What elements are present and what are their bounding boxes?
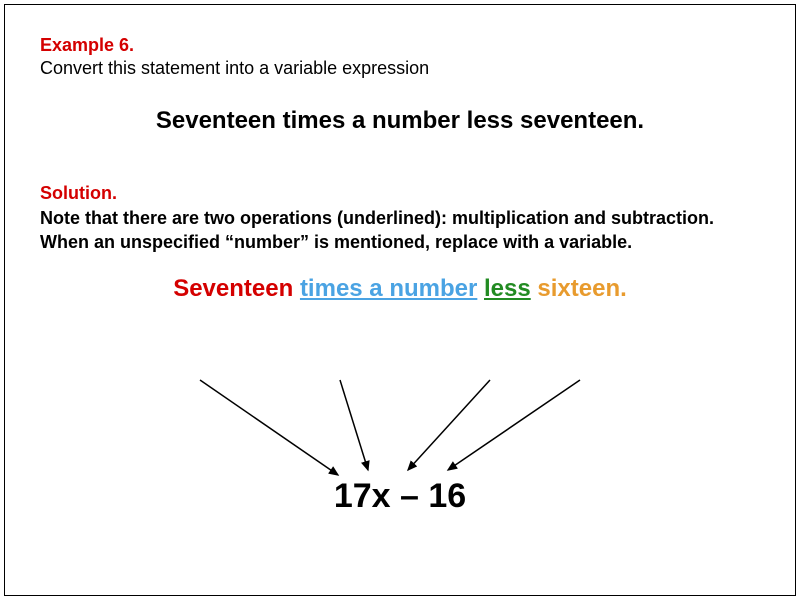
result-expression: 17x – 16 <box>5 477 795 516</box>
colored-statement: Seventeen times a number less sixteen. <box>40 275 760 303</box>
word-seventeen: Seventeen <box>173 275 293 302</box>
example-frame: Example 6. Convert this statement into a… <box>4 4 796 596</box>
word-less: less <box>484 275 531 302</box>
solution-label: Solution. <box>40 183 760 204</box>
prompt-text: Convert this statement into a variable e… <box>40 58 760 79</box>
problem-statement: Seventeen times a number less seventeen. <box>40 107 760 135</box>
word-period: . <box>620 275 627 302</box>
word-sixteen: sixteen <box>537 275 620 302</box>
word-times-a-number: times a number <box>300 275 477 302</box>
example-label: Example 6. <box>40 35 760 56</box>
solution-explanation: Note that there are two operations (unde… <box>40 206 760 255</box>
